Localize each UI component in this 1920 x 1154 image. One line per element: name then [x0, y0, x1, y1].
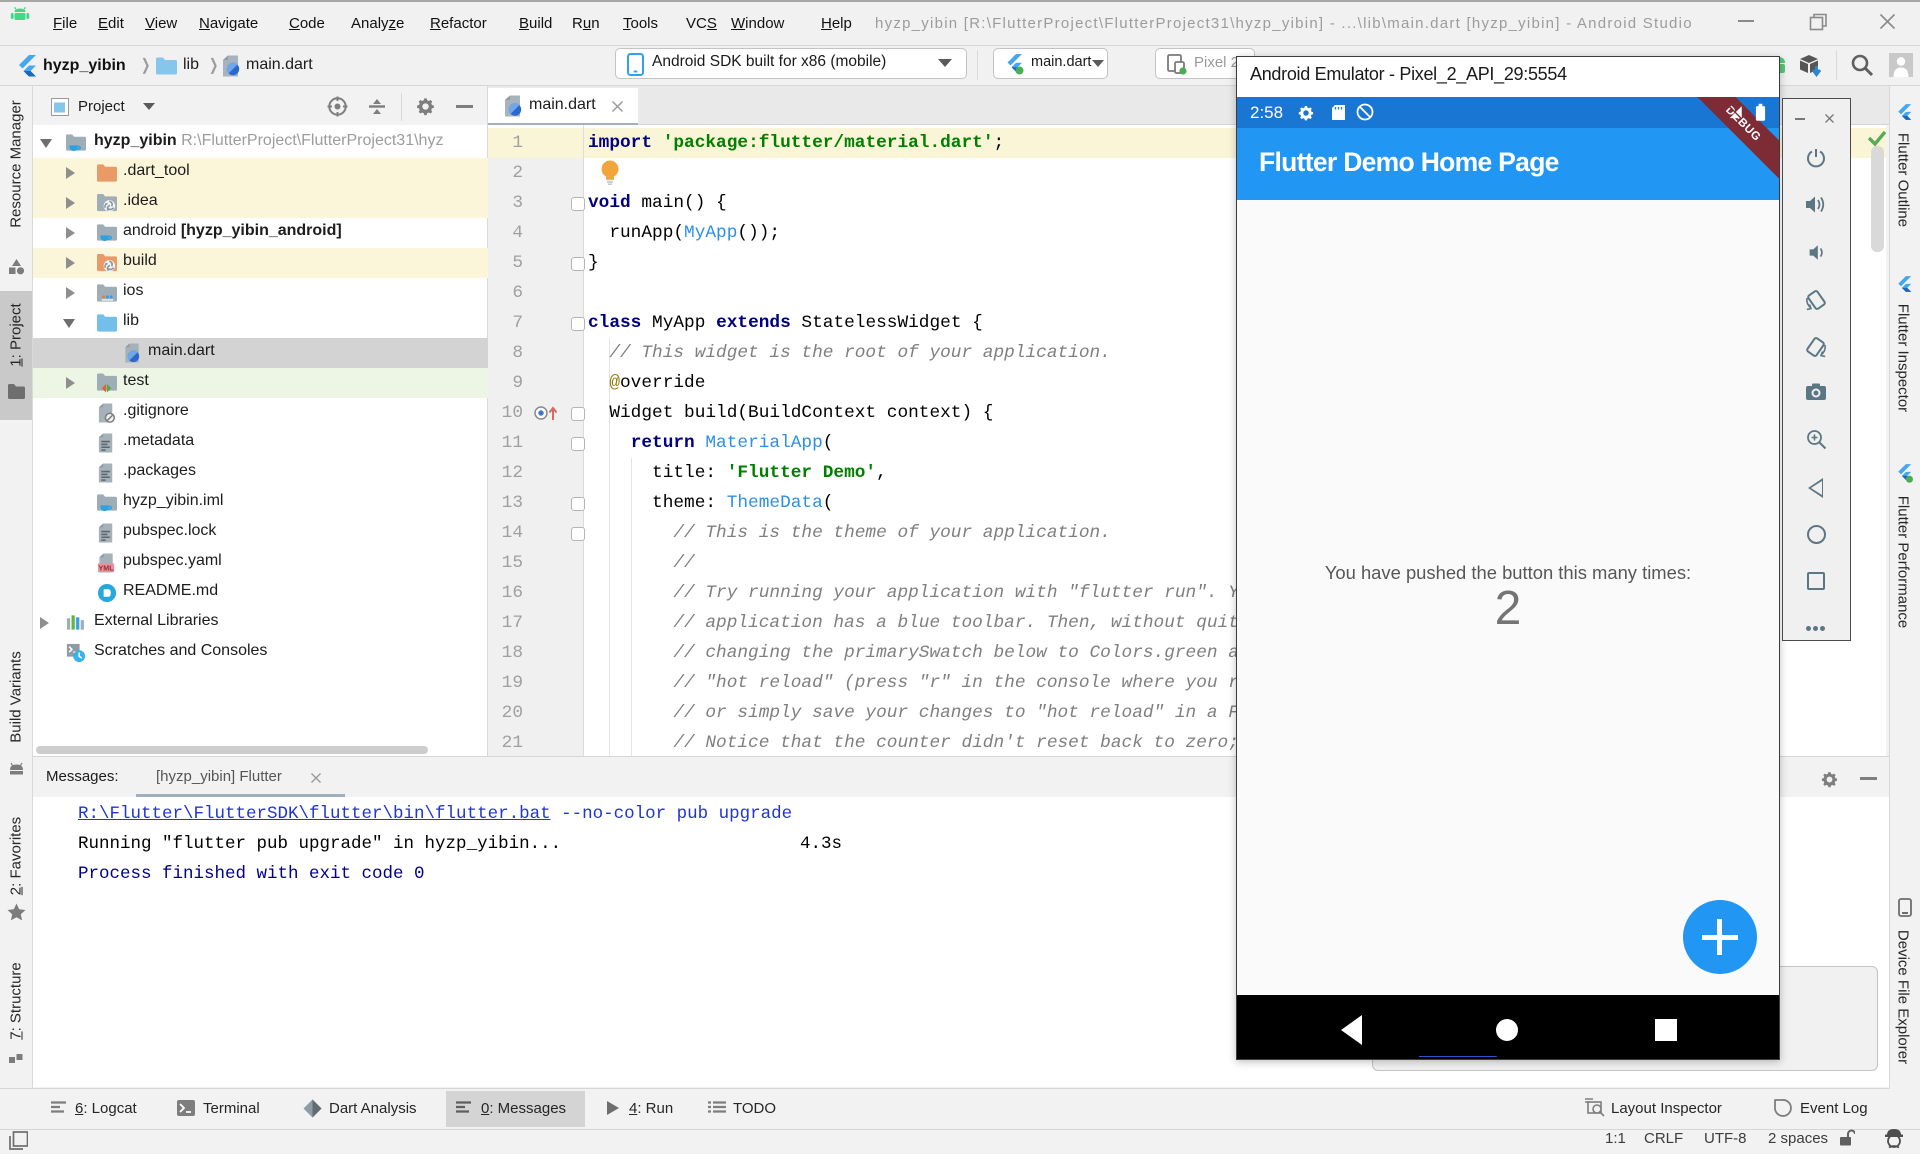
svg-text:YML: YML — [99, 564, 115, 572]
